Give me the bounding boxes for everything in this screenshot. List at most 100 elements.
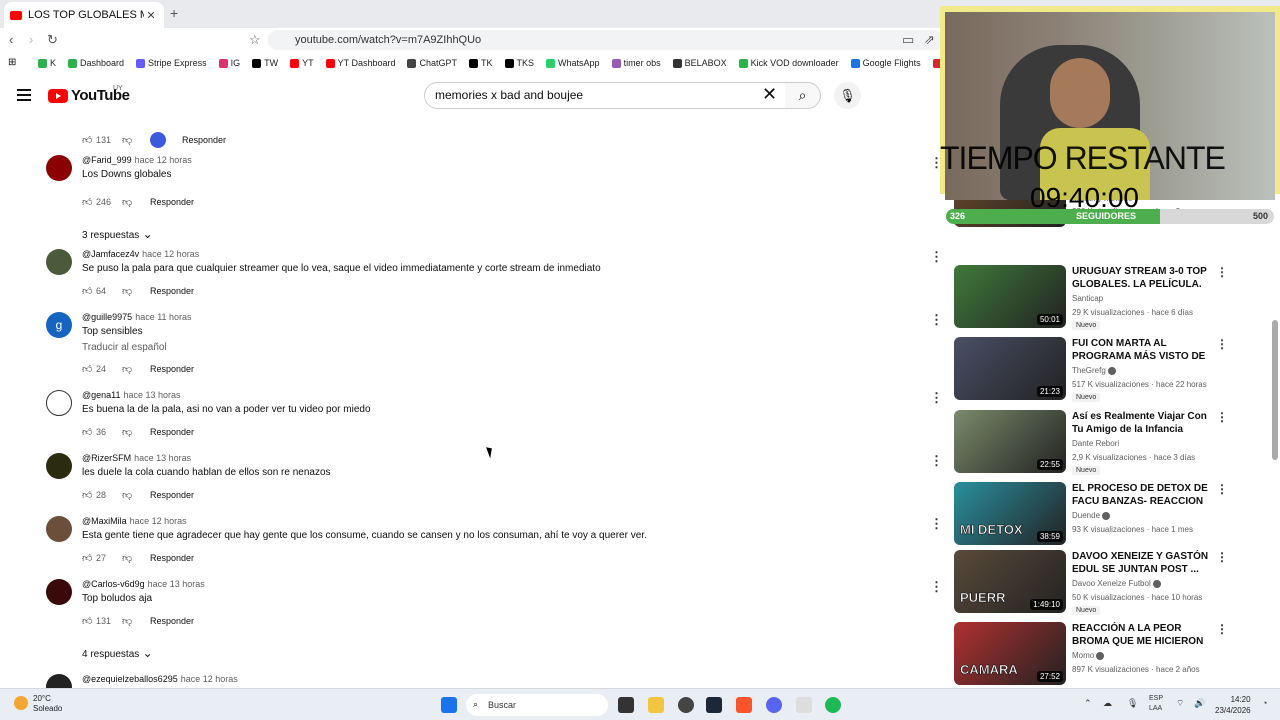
like-icon[interactable]: 👍︎ (82, 552, 96, 564)
reload-icon[interactable]: ↻ (47, 32, 58, 48)
comment-author[interactable]: @RizerSFM (82, 453, 131, 463)
network-tray-icon[interactable]: ☁ (1103, 698, 1112, 709)
bookmark-item[interactable]: TK (469, 58, 493, 68)
comment-more-icon[interactable]: ⋮ (930, 312, 943, 328)
like-icon[interactable]: 👍︎ (82, 426, 96, 438)
video-thumbnail[interactable]: CAMARA 27:52 (954, 622, 1066, 685)
comment-more-icon[interactable]: ⋮ (930, 516, 943, 532)
avatar[interactable] (46, 249, 72, 275)
video-more-icon[interactable]: ⋮ (1216, 337, 1228, 351)
video-more-icon[interactable]: ⋮ (1216, 410, 1228, 424)
mic-tray-icon[interactable]: 🎙 (1127, 698, 1138, 709)
close-tab-icon[interactable]: ✕ (144, 9, 158, 22)
video-thumbnail[interactable]: 21:23 (954, 337, 1066, 400)
comment-time[interactable]: hace 12 horas (181, 674, 238, 684)
comment-time[interactable]: hace 13 horas (134, 453, 191, 463)
reply-button[interactable]: Responder (150, 616, 194, 626)
comment-more-icon[interactable]: ⋮ (930, 453, 943, 469)
video-title[interactable]: Así es Realmente Viajar Con Tu Amigo de … (1072, 410, 1210, 436)
like-icon[interactable]: 👍︎ (82, 134, 96, 146)
avatar[interactable] (46, 579, 72, 605)
avatar[interactable] (46, 155, 72, 181)
video-title[interactable]: EL PROCESO DE DETOX DE FACU BANZAS- REAC… (1072, 482, 1210, 508)
comment-time[interactable]: hace 11 horas (135, 312, 191, 322)
dislike-icon[interactable]: 👎︎ (122, 426, 150, 438)
avatar[interactable] (46, 516, 72, 542)
comment-author[interactable]: @gena11 (82, 390, 121, 400)
comment-author[interactable]: @Carlos-v6d9g (82, 579, 145, 589)
video-more-icon[interactable]: ⋮ (1216, 265, 1228, 279)
bookmark-item[interactable]: Google Flights (850, 58, 921, 68)
clear-search-icon[interactable]: ✕ (762, 84, 777, 105)
comment-more-icon[interactable]: ⋮ (930, 390, 943, 406)
dislike-icon[interactable]: 👎︎ (122, 489, 150, 501)
search-button[interactable]: ⌕ (785, 82, 821, 109)
translate-link[interactable]: Traducir al español (82, 342, 167, 353)
bookmark-item[interactable]: TW (252, 58, 278, 68)
spotify-icon[interactable] (825, 697, 841, 713)
bookmark-item[interactable]: Stripe Express (136, 58, 207, 68)
share-icon[interactable]: ⇗ (924, 32, 935, 48)
reply-button[interactable]: Responder (150, 364, 194, 374)
related-video[interactable]: MI DETOX 38:59 EL PROCESO DE DETOX DE FACU… (954, 482, 1274, 546)
dislike-icon[interactable]: 👎︎ (122, 615, 150, 627)
back-icon[interactable]: ‹ (9, 32, 13, 47)
bookmark-item[interactable]: MEGA (932, 58, 940, 68)
like-icon[interactable]: 👍︎ (82, 363, 96, 375)
video-channel[interactable]: Santicap (1072, 294, 1103, 303)
discord-icon[interactable] (766, 697, 782, 713)
dislike-icon[interactable]: 👎︎ (122, 552, 150, 564)
video-channel[interactable]: Duende (1072, 511, 1111, 520)
video-title[interactable]: URUGUAY STREAM 3-0 TOP GLOBALES. LA PELÍ… (1072, 265, 1210, 291)
related-video[interactable]: 50:01 URUGUAY STREAM 3-0 TOP GLOBALES. LA… (954, 265, 1274, 330)
reply-button[interactable]: Responder (150, 286, 194, 296)
cast-icon[interactable]: ▭ (902, 32, 914, 48)
new-tab-icon[interactable]: + (170, 5, 178, 21)
steam-icon[interactable] (706, 697, 722, 713)
bookmark-item[interactable]: WhatsApp (546, 58, 600, 68)
bookmark-item[interactable]: TKS (504, 58, 534, 68)
hamburger-menu-icon[interactable] (17, 89, 31, 101)
reply-button[interactable]: Responder (150, 197, 194, 207)
video-channel[interactable]: Dante Rebori (1072, 439, 1119, 448)
bookmark-item[interactable]: Kick VOD downloader (738, 58, 839, 68)
obs-icon[interactable] (678, 697, 694, 713)
start-windows-icon[interactable] (441, 697, 457, 713)
input-language[interactable]: ESP LAA (1149, 694, 1163, 714)
comment-author[interactable]: @guille9975 (82, 312, 132, 322)
bookmark-star-icon[interactable]: ☆ (249, 32, 261, 48)
comment-time[interactable]: hace 12 horas (142, 249, 199, 259)
video-more-icon[interactable]: ⋮ (1216, 482, 1228, 496)
scrollbar[interactable] (1272, 320, 1278, 460)
browser-tab[interactable]: LOS TOP GLOBALES ME FULMIN ✕ (4, 2, 164, 28)
video-channel[interactable]: TheGrefg (1072, 366, 1116, 375)
video-title[interactable]: REACCIÓN A LA PEOR BROMA QUE ME HICIERON (1072, 622, 1210, 648)
like-icon[interactable]: 👍︎ (82, 285, 96, 297)
bookmark-item[interactable]: Dashboard (68, 58, 124, 68)
comment-more-icon[interactable]: ⋮ (930, 249, 943, 265)
clock[interactable]: 14:20 23/4/2026 (1215, 694, 1251, 716)
dislike-icon[interactable]: 👎︎ (122, 285, 150, 297)
replies-toggle[interactable]: 3 respuestas ⌄ (82, 227, 153, 241)
bookmark-item[interactable]: timer obs (611, 58, 661, 68)
bookmark-item[interactable]: YT Dashboard (325, 58, 395, 68)
avatar[interactable]: g (46, 312, 72, 338)
dislike-icon[interactable]: 👎︎ (122, 196, 150, 208)
video-more-icon[interactable]: ⋮ (1216, 550, 1228, 564)
like-icon[interactable]: 👍︎ (82, 489, 96, 501)
tray-overflow-icon[interactable]: ⌃ (1084, 698, 1092, 709)
comment-author[interactable]: @Farid_999 (82, 155, 132, 165)
related-video[interactable]: CAMARA 27:52 REACCIÓN A LA PEOR BROMA QUE … (954, 622, 1274, 686)
voice-search-mic-icon[interactable]: 🎙 (834, 82, 861, 109)
video-thumbnail[interactable]: MI DETOX 38:59 (954, 482, 1066, 545)
comment-author[interactable]: @Jamfacez4v (82, 249, 139, 259)
replies-toggle[interactable]: 4 respuestas ⌄ (82, 646, 153, 660)
related-video[interactable]: 21:23 FUI CON MARTA AL PROGRAMA MÁS VISTO… (954, 337, 1274, 402)
video-thumbnail[interactable]: PUERR 1:49:10 (954, 550, 1066, 613)
volume-icon[interactable]: 🔊 (1194, 698, 1205, 709)
like-icon[interactable]: 👍︎ (82, 196, 96, 208)
dislike-icon[interactable]: 👎︎ (122, 134, 150, 146)
video-thumbnail[interactable]: 50:01 (954, 265, 1066, 328)
avatar[interactable] (46, 390, 72, 416)
forward-icon[interactable]: › (29, 32, 33, 47)
